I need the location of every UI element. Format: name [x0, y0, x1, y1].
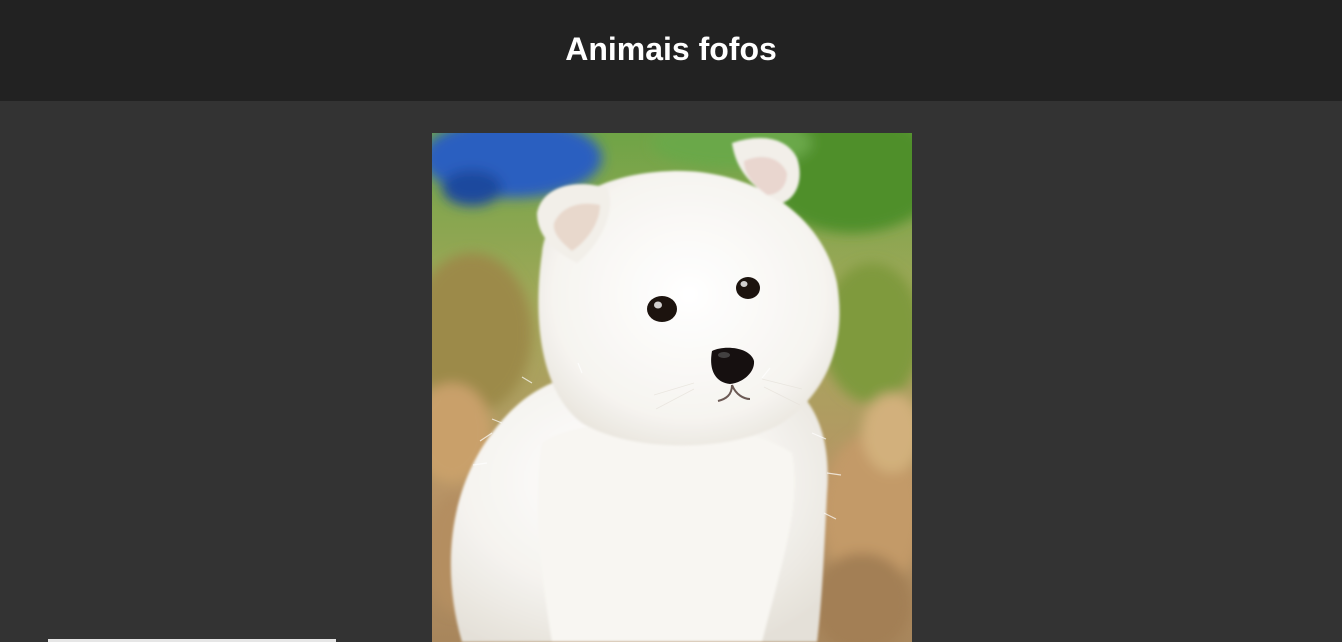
app-header: Animais fofos [0, 0, 1342, 101]
page-title: Animais fofos [565, 31, 777, 67]
main-content [0, 101, 1342, 642]
puppy-image [432, 133, 912, 642]
